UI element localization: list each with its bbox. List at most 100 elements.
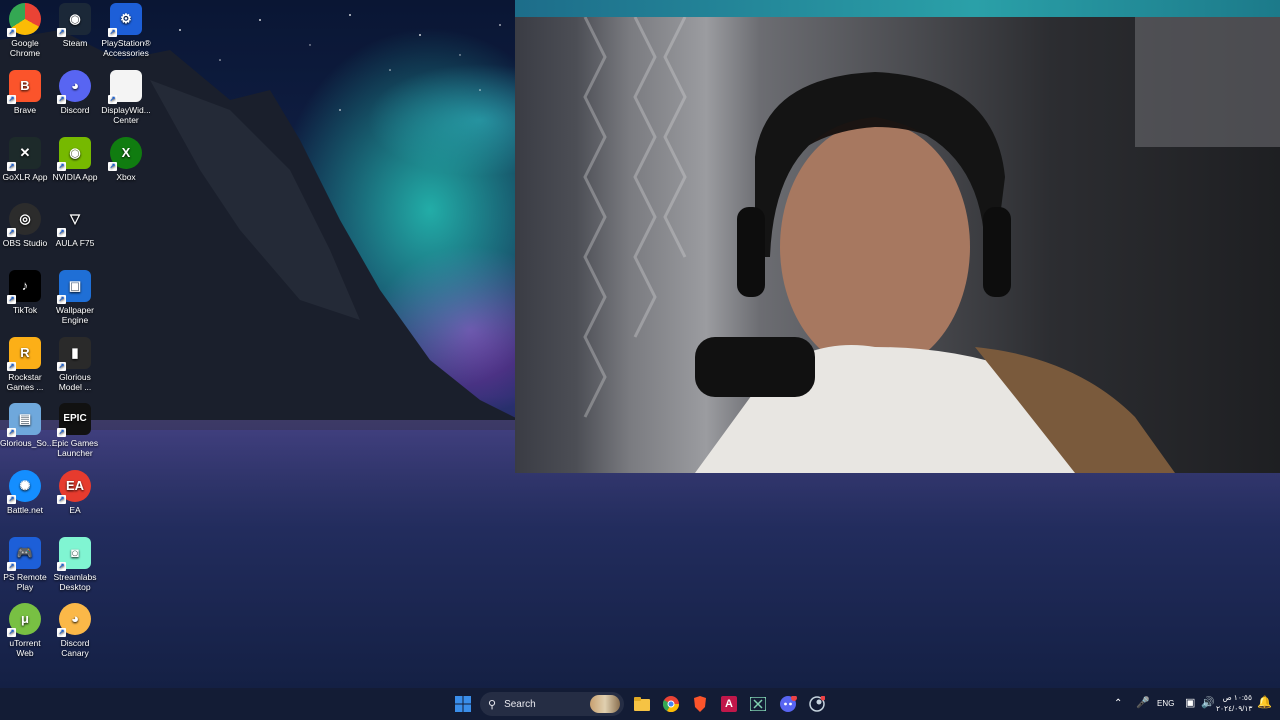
desktop-icon-label: Discord (60, 105, 90, 115)
desktop-icon-label: NVIDIA App (52, 172, 98, 182)
brave-icon: B ↗ (7, 70, 41, 104)
shortcut-arrow-icon: ↗ (7, 295, 16, 304)
file-explorer-icon[interactable] (630, 692, 654, 716)
desktop-icon-label: AULA F75 (55, 238, 95, 248)
shortcut-arrow-icon: ↗ (7, 95, 16, 104)
shortcut-arrow-icon: ↗ (57, 28, 66, 37)
nvidia-icon: ◉ ↗ (57, 137, 91, 171)
desktop-icon-chrome[interactable]: ↗ Google Chrome (0, 3, 50, 58)
desktop-icon-xbox[interactable]: X ↗ Xbox (101, 137, 151, 182)
chrome-icon: ↗ (7, 3, 41, 37)
desktop-icon-label: uTorrent Web (9, 638, 41, 658)
desktop-icon-battlenet[interactable]: ✺ ↗ Battle.net (0, 470, 50, 515)
shortcut-arrow-icon: ↗ (57, 95, 66, 104)
desktop-icon-tiktok[interactable]: ♪ ↗ TikTok (0, 270, 50, 315)
desktop-icon-discord-canary[interactable]: ◕ ↗ Discord Canary (50, 603, 100, 658)
desktop-icon-ea[interactable]: EA ↗ EA (50, 470, 100, 515)
clock-date: ٢٠٢٤/٠٩/١٣ (1216, 704, 1253, 713)
desktop-icon-brave[interactable]: B ↗ Brave (0, 70, 50, 115)
network-icon[interactable]: ▣ (1185, 696, 1195, 709)
shortcut-arrow-icon: ↗ (57, 628, 66, 637)
chrome-taskbar-icon[interactable] (659, 692, 683, 716)
desktop-icon-label: EA (69, 505, 81, 515)
desktop-icon-label: Google Chrome (9, 38, 41, 58)
desktop-icon-label: OBS Studio (2, 238, 48, 248)
clock[interactable]: ١٠:٥٥ ص ٢٠٢٤/٠٩/١٣ (1216, 693, 1252, 713)
desktop-icon-epic-games[interactable]: EPIC ↗ Epic Games Launcher (50, 403, 100, 458)
show-hidden-icons-chevron-icon[interactable]: ⌃ (1114, 698, 1122, 709)
desktop-icon-label: DisplayWid... Center (101, 105, 151, 125)
brave-taskbar-icon[interactable] (688, 692, 712, 716)
app-a-icon[interactable]: A (717, 692, 741, 716)
notifications-bell-icon[interactable]: 🔔 (1257, 695, 1272, 709)
search-highlight-icon (590, 695, 620, 713)
desktop-icon-label: Rockstar Games ... (6, 372, 44, 392)
taskbar-search[interactable]: ⚲ Search (480, 692, 624, 716)
shortcut-arrow-icon: ↗ (108, 95, 117, 104)
shortcut-arrow-icon: ↗ (57, 228, 66, 237)
desktop-icon-label: Discord Canary (60, 638, 90, 658)
desktop-icon-label: GoXLR App (2, 172, 48, 182)
window-title-strip (515, 0, 1280, 17)
desktop-icon-installer[interactable]: ▤ ↗ Glorious_So... (0, 403, 54, 448)
battlenet-icon: ✺ ↗ (7, 470, 41, 504)
shortcut-arrow-icon: ↗ (57, 495, 66, 504)
shortcut-arrow-icon: ↗ (7, 362, 16, 371)
desktop-icon-label: Wallpaper Engine (56, 305, 94, 325)
desktop-icon-label: TikTok (12, 305, 38, 315)
shortcut-arrow-icon: ↗ (7, 562, 16, 571)
discord-canary-icon: ◕ ↗ (57, 603, 91, 637)
desktop-icon-ps-remote-play[interactable]: 🎮 ↗ PS Remote Play (0, 537, 50, 592)
epic-games-icon: EPIC ↗ (57, 403, 91, 437)
desktop-icon-mouse[interactable]: ▮ ↗ Glorious Model ... (50, 337, 100, 392)
webcam-scene (583, 17, 1280, 473)
goxlr-taskbar-icon[interactable] (746, 692, 770, 716)
goxlr-icon: ✕ ↗ (7, 137, 41, 171)
desktop-icon-label: Streamlabs Desktop (53, 572, 97, 592)
desktop-icon-steam[interactable]: ◉ ↗ Steam (50, 3, 100, 48)
shortcut-arrow-icon: ↗ (57, 428, 66, 437)
playstation-icon: ⚙ ↗ (108, 3, 142, 37)
xbox-icon: X ↗ (108, 137, 142, 171)
aula-icon: ▽ ↗ (57, 211, 80, 237)
installer-icon: ▤ ↗ (7, 403, 41, 437)
desktop-icon-label: Xbox (116, 172, 136, 182)
desktop-icon-label: Glorious_So... (0, 438, 54, 448)
desktop-icon-document[interactable]: ↗ DisplayWid... Center (101, 70, 151, 125)
desktop-icon-utorrent[interactable]: μ ↗ uTorrent Web (0, 603, 50, 658)
search-placeholder: Search (504, 698, 536, 710)
desktop-icon-label: PlayStation® Accessories (101, 38, 151, 58)
desktop-icon-label: Brave (13, 105, 37, 115)
document-icon: ↗ (108, 70, 142, 104)
shortcut-arrow-icon: ↗ (108, 28, 117, 37)
desktop-icon-label: Steam (62, 38, 88, 48)
desktop-icon-streamlabs[interactable]: ◙ ↗ Streamlabs Desktop (50, 537, 100, 592)
steam-taskbar-icon[interactable] (805, 692, 829, 716)
windows-start-icon[interactable] (451, 692, 475, 716)
desktop-icon-aula[interactable]: ▽ ↗ AULA F75 (50, 203, 100, 248)
desktop-icon-playstation[interactable]: ⚙ ↗ PlayStation® Accessories (101, 3, 151, 58)
desktop-icon-rockstar[interactable]: R ↗ Rockstar Games ... (0, 337, 50, 392)
desktop-icon-goxlr[interactable]: ✕ ↗ GoXLR App (0, 137, 50, 182)
desktop-icon-nvidia[interactable]: ◉ ↗ NVIDIA App (50, 137, 100, 182)
volume-icon[interactable]: 🔊 (1201, 696, 1215, 709)
desktop-icon-label: Epic Games Launcher (51, 438, 99, 458)
microphone-icon[interactable]: 🎤 (1136, 696, 1150, 709)
shortcut-arrow-icon: ↗ (57, 295, 66, 304)
taskbar: ⚲ Search A ⌃ 🎤 ENG ▣ 🔊 ١٠:٥٥ ص ٢٠٢٤/٠٩/١… (0, 688, 1280, 720)
shortcut-arrow-icon: ↗ (7, 495, 16, 504)
shortcut-arrow-icon: ↗ (57, 162, 66, 171)
webcam-feed (515, 17, 1280, 473)
desktop-icon-obs[interactable]: ◎ ↗ OBS Studio (0, 203, 50, 248)
desktop-icon-wallpaper-engine[interactable]: ▣ ↗ Wallpaper Engine (50, 270, 100, 325)
discord-icon: ◕ ↗ (57, 70, 91, 104)
language-indicator[interactable]: ENG (1157, 699, 1174, 708)
discord-taskbar-icon[interactable] (776, 692, 800, 716)
steam-icon: ◉ ↗ (57, 3, 91, 37)
shortcut-arrow-icon: ↗ (7, 628, 16, 637)
ps-remote-play-icon: 🎮 ↗ (7, 537, 41, 571)
clock-time: ١٠:٥٥ ص (1222, 693, 1252, 702)
shortcut-arrow-icon: ↗ (108, 162, 117, 171)
desktop-icon-discord[interactable]: ◕ ↗ Discord (50, 70, 100, 115)
shortcut-arrow-icon: ↗ (57, 562, 66, 571)
